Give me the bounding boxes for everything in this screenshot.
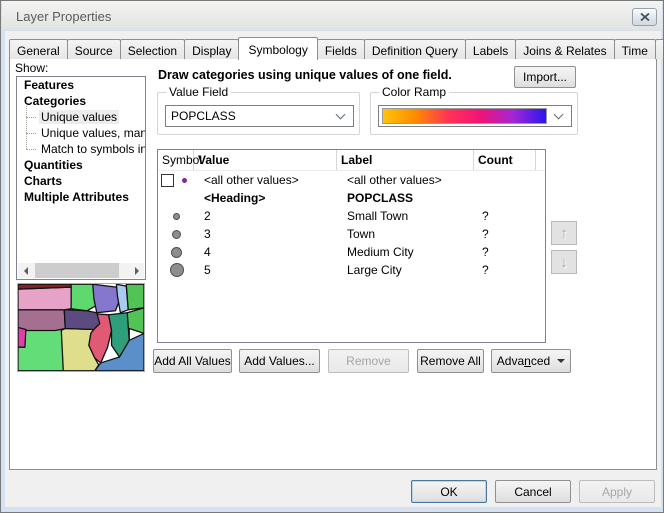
symbology-page: Show: Features Categories Unique values … [9,58,657,470]
show-tree: Features Categories Unique values Unique… [16,76,146,280]
tree-horizontal-scrollbar[interactable] [18,263,144,278]
window-title: Layer Properties [16,9,111,24]
tree-item-unique-values[interactable]: Unique values [17,109,145,125]
method-description: Draw categories using unique values of o… [158,68,452,82]
column-header-value[interactable]: Value [194,150,337,170]
all-other-values-checkbox[interactable] [161,174,174,187]
column-header-symbol[interactable]: Symbol [158,150,194,170]
color-ramp-group: Color Ramp [370,92,578,135]
chevron-down-icon [336,110,346,120]
tree-connector [26,125,39,141]
point-symbol-icon[interactable] [171,247,182,258]
tree-item-charts[interactable]: Charts [17,173,145,189]
point-symbol-icon[interactable] [182,178,187,183]
dialog-body: General Source Selection Display Symbolo… [5,31,661,507]
value-field-group: Value Field POPCLASS [157,92,360,135]
value-field-dropdown[interactable]: POPCLASS [165,105,354,127]
show-label: Show: [15,61,48,75]
tree-item-features[interactable]: Features [17,77,145,93]
cancel-button[interactable]: Cancel [495,480,571,503]
table-row[interactable]: 4 Medium City ? [158,243,545,261]
dropdown-arrow-icon [557,359,565,363]
add-values-button[interactable]: Add Values... [239,349,320,373]
tab-labels[interactable]: Labels [465,39,516,59]
point-symbol-icon[interactable] [170,263,184,277]
tab-symbology[interactable]: Symbology [238,37,317,60]
layer-properties-dialog: Layer Properties General Source Selectio… [0,0,664,513]
titlebar: Layer Properties [2,1,662,31]
ok-button[interactable]: OK [411,480,487,503]
tab-display[interactable]: Display [184,39,239,59]
remove-all-button[interactable]: Remove All [417,349,484,373]
arrow-up-icon: ↑ [560,225,568,242]
column-header-count[interactable]: Count [474,150,536,170]
values-table: Symbol Value Label Count <all other valu… [157,149,546,343]
tree-item-categories[interactable]: Categories [17,93,145,109]
tab-source[interactable]: Source [67,39,121,59]
table-row[interactable]: <all other values> <all other values> [158,171,545,189]
tree-item-unique-values-many[interactable]: Unique values, many [17,125,145,141]
point-symbol-icon[interactable] [172,230,181,239]
close-icon [640,13,650,21]
tree-item-quantities[interactable]: Quantities [17,157,145,173]
move-down-button[interactable]: ↓ [551,250,577,274]
tab-strip: General Source Selection Display Symbolo… [9,36,657,59]
scroll-left-icon[interactable] [18,263,33,278]
map-preview [17,283,145,372]
column-header-spare [536,150,545,170]
table-row[interactable]: 2 Small Town ? [158,207,545,225]
tree-item-match-to-symbols[interactable]: Match to symbols in a [17,141,145,157]
color-ramp-label: Color Ramp [379,85,449,99]
add-all-values-button[interactable]: Add All Values [153,349,232,373]
tree-item-multiple-attributes[interactable]: Multiple Attributes [17,189,145,205]
column-header-label[interactable]: Label [337,150,474,170]
value-field-label: Value Field [166,85,231,99]
tab-definition-query[interactable]: Definition Query [364,39,466,59]
tree-connector [26,141,39,157]
tab-selection[interactable]: Selection [120,39,185,59]
tab-joins-relates[interactable]: Joins & Relates [515,39,614,59]
tab-general[interactable]: General [9,39,68,59]
scroll-right-icon[interactable] [129,263,144,278]
table-row-heading[interactable]: <Heading> POPCLASS [158,189,545,207]
table-row[interactable]: 5 Large City ? [158,261,545,279]
tree-connector [26,109,39,125]
tab-html-popup[interactable]: HTML Popup [655,39,664,59]
color-ramp-swatch [382,108,547,124]
table-header: Symbol Value Label Count [158,150,545,171]
value-field-value: POPCLASS [166,109,331,123]
remove-button: Remove [328,349,409,373]
close-button[interactable] [632,8,657,26]
tab-time[interactable]: Time [614,39,656,59]
table-row[interactable]: 3 Town ? [158,225,545,243]
arrow-down-icon: ↓ [560,254,568,271]
import-button[interactable]: Import... [514,66,576,88]
apply-button: Apply [579,480,655,503]
chevron-down-icon [554,110,564,120]
advanced-button[interactable]: Advanced [491,349,571,373]
scrollbar-thumb[interactable] [35,263,119,278]
map-preview-image [18,284,144,371]
point-symbol-icon[interactable] [173,213,180,220]
color-ramp-dropdown[interactable] [378,105,572,127]
move-up-button[interactable]: ↑ [551,221,577,245]
tab-fields[interactable]: Fields [317,39,365,59]
